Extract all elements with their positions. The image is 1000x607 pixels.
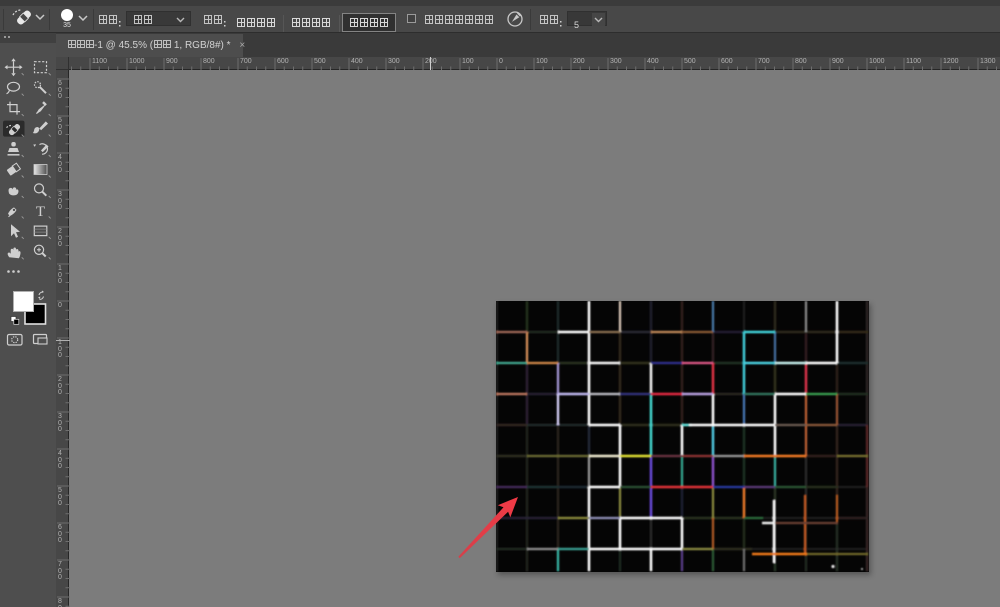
svg-text:T: T xyxy=(36,204,45,220)
